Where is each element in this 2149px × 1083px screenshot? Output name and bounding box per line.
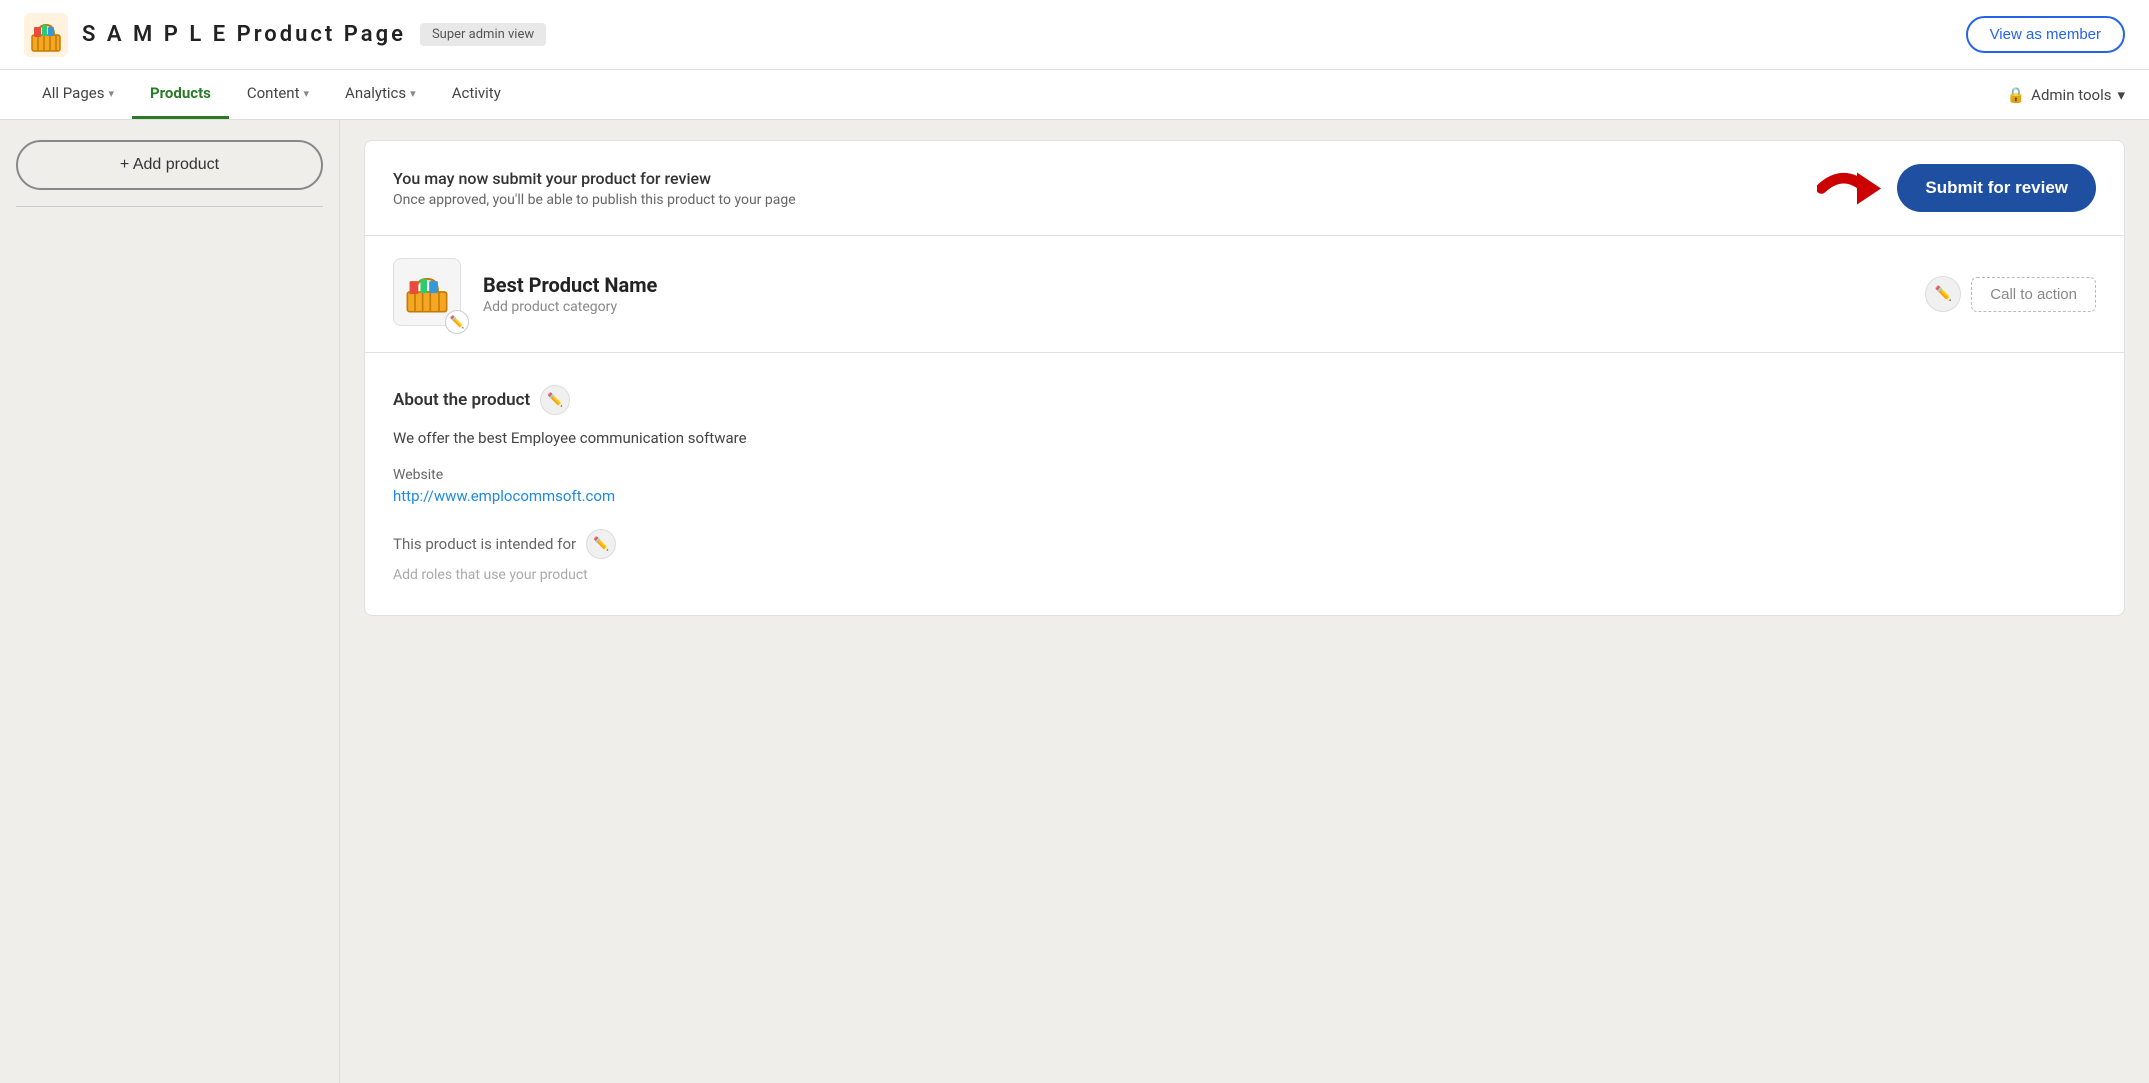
chevron-down-icon: ▾	[108, 87, 114, 100]
product-detail-card: About the product ✏️ We offer the best E…	[364, 353, 2125, 616]
nav-left: All Pages ▾ Products Content ▾ Analytics…	[24, 70, 519, 119]
header-left: S A M P L E Product Page Super admin vie…	[24, 13, 546, 57]
site-title: S A M P L E Product Page	[82, 22, 406, 47]
add-product-button[interactable]: + Add product	[16, 140, 323, 190]
header: S A M P L E Product Page Super admin vie…	[0, 0, 2149, 70]
content-area: You may now submit your product for revi…	[340, 120, 2149, 1083]
review-right: Submit for review	[1817, 163, 2096, 213]
about-header: About the product ✏️	[393, 385, 2096, 415]
chevron-down-icon: ▾	[2117, 86, 2125, 104]
view-as-member-button[interactable]: View as member	[1966, 16, 2125, 53]
product-basket-icon	[403, 268, 451, 316]
website-link[interactable]: http://www.emplocommsoft.com	[393, 487, 2096, 505]
admin-tools-menu[interactable]: 🔒 Admin tools ▾	[2006, 86, 2125, 104]
chevron-down-icon: ▾	[410, 87, 416, 100]
intended-label: This product is intended for	[393, 535, 576, 553]
nav-item-analytics[interactable]: Analytics ▾	[327, 70, 434, 119]
product-icon-wrap: ✏️	[393, 258, 465, 330]
admin-badge: Super admin view	[420, 23, 546, 46]
nav-item-products[interactable]: Products	[132, 70, 229, 119]
main-layout: + Add product You may now submit your pr…	[0, 120, 2149, 1083]
sidebar: + Add product	[0, 120, 340, 1083]
nav-item-all-pages[interactable]: All Pages ▾	[24, 70, 132, 119]
review-title: You may now submit your product for revi…	[393, 169, 796, 188]
review-text: You may now submit your product for revi…	[393, 169, 796, 208]
product-name: Best Product Name	[483, 273, 657, 297]
nav-item-activity[interactable]: Activity	[434, 70, 519, 119]
intended-row: This product is intended for ✏️	[393, 529, 2096, 559]
product-category: Add product category	[483, 299, 657, 315]
sidebar-divider	[16, 206, 323, 207]
nav-item-content[interactable]: Content ▾	[229, 70, 327, 119]
intended-edit-button[interactable]: ✏️	[586, 529, 616, 559]
red-arrow-icon	[1817, 163, 1897, 213]
review-subtitle: Once approved, you'll be able to publish…	[393, 192, 796, 208]
product-left: ✏️ Best Product Name Add product categor…	[393, 258, 657, 330]
about-title: About the product	[393, 390, 530, 410]
cta-section: ✏️ Call to action	[1925, 276, 2096, 312]
cta-edit-button[interactable]: ✏️	[1925, 276, 1961, 312]
website-label: Website	[393, 467, 2096, 483]
submit-review-button[interactable]: Submit for review	[1897, 164, 2096, 212]
review-banner: You may now submit your product for revi…	[364, 140, 2125, 236]
about-edit-button[interactable]: ✏️	[540, 385, 570, 415]
product-info: Best Product Name Add product category	[483, 273, 657, 315]
product-description: We offer the best Employee communication…	[393, 429, 2096, 447]
call-to-action-button[interactable]: Call to action	[1971, 277, 2096, 312]
add-roles-text: Add roles that use your product	[393, 567, 2096, 583]
chevron-down-icon: ▾	[304, 87, 310, 100]
nav-bar: All Pages ▾ Products Content ▾ Analytics…	[0, 70, 2149, 120]
product-image-edit-button[interactable]: ✏️	[445, 310, 469, 334]
basket-logo-icon	[24, 13, 68, 57]
product-card: ✏️ Best Product Name Add product categor…	[364, 236, 2125, 353]
lock-icon: 🔒	[2006, 86, 2025, 104]
